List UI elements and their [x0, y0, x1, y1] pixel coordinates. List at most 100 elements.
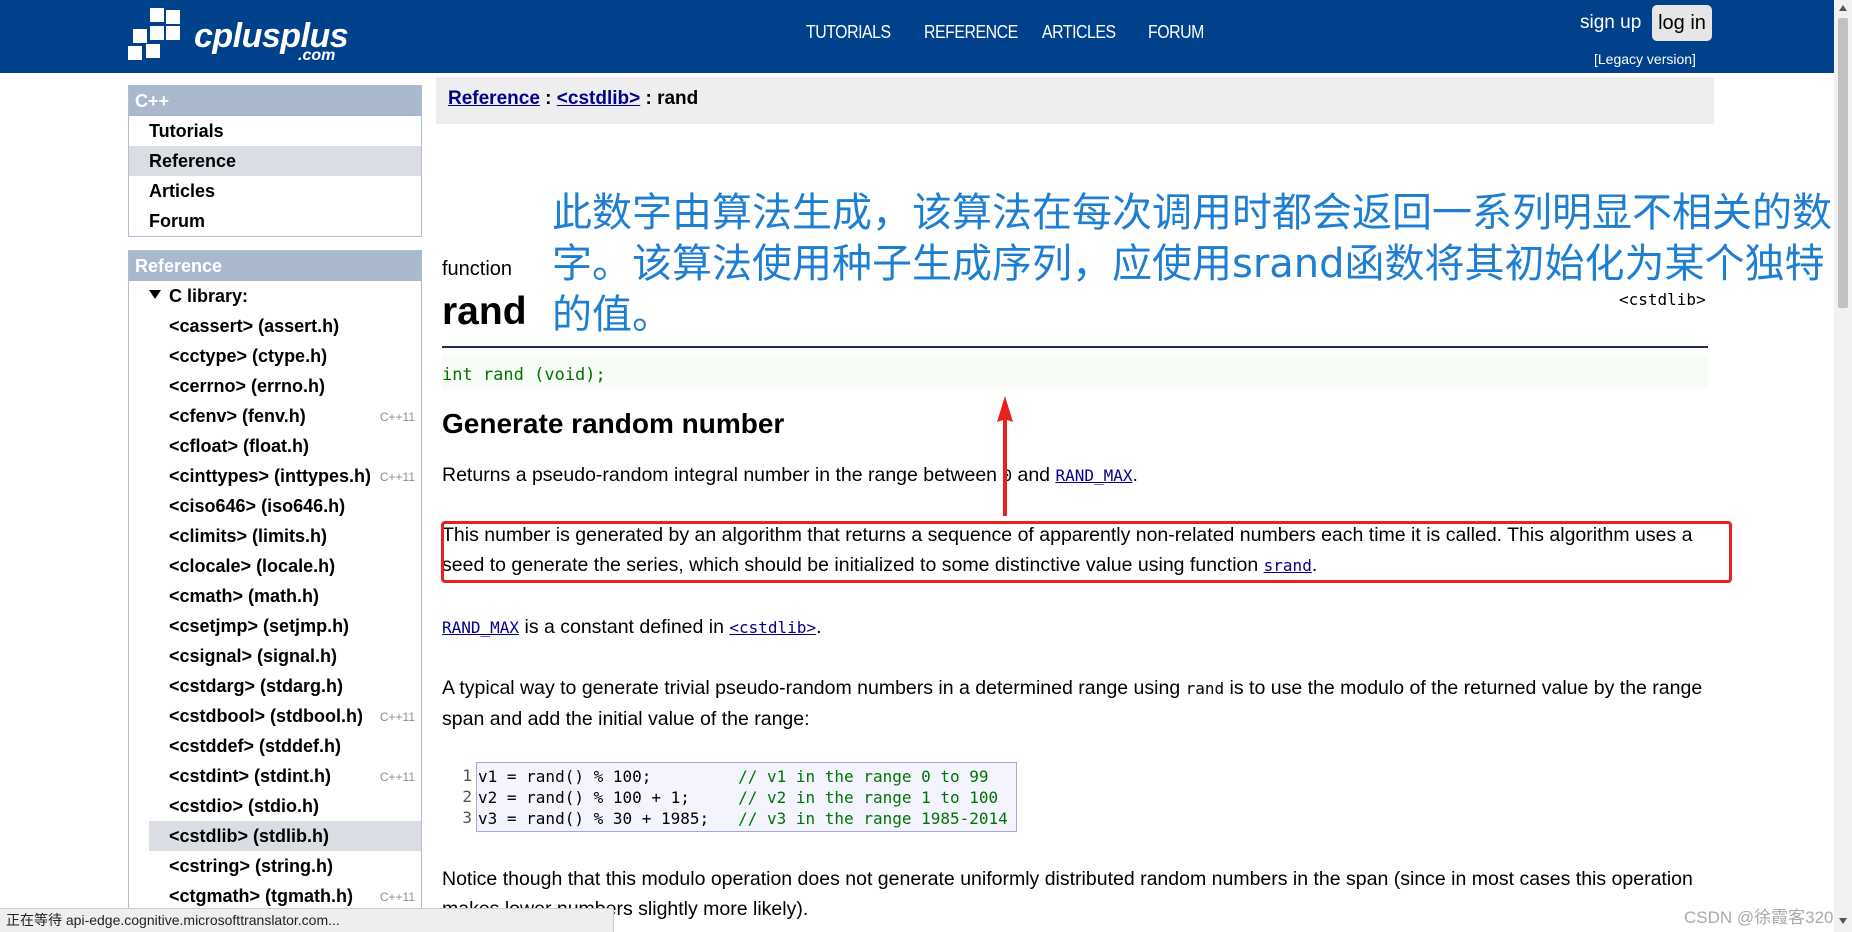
library-item-label: <cfloat> (float.h)	[169, 436, 310, 456]
sidebar-reference-title: Reference	[129, 251, 421, 281]
nav-forum[interactable]: FORUM	[1148, 22, 1229, 43]
vertical-scrollbar[interactable]	[1834, 0, 1852, 932]
line-numbers: 1 2 3	[456, 762, 476, 832]
sidebar-reference-box: Reference C library: <cassert> (assert.h…	[128, 250, 422, 932]
library-item-label: <clocale> (locale.h)	[169, 556, 336, 576]
text: .	[816, 616, 822, 638]
c-library-group[interactable]: C library:	[129, 281, 421, 311]
library-item-label: <cinttypes> (inttypes.h)	[169, 466, 372, 486]
cstdlib-link[interactable]: <cstdlib>	[729, 618, 816, 637]
section-heading: Generate random number	[442, 408, 785, 439]
library-item-label: <cstdlib> (stdlib.h)	[169, 826, 330, 846]
library-item[interactable]: <clocale> (locale.h)	[129, 551, 421, 581]
library-item-label: <csetjmp> (setjmp.h)	[169, 616, 350, 636]
scrollbar-thumb[interactable]	[1838, 18, 1848, 308]
function-prototype: int rand (void);	[442, 365, 606, 385]
text: A typical way to generate trivial pseudo…	[442, 677, 1186, 699]
library-item[interactable]: <csetjmp> (setjmp.h)	[129, 611, 421, 641]
title-divider	[442, 346, 1708, 348]
library-item-label: <cmath> (math.h)	[169, 586, 320, 606]
description-paragraph-1: Returns a pseudo-random integral number …	[442, 460, 1714, 491]
description-paragraph-3: RAND_MAX is a constant defined in <cstdl…	[442, 612, 1714, 643]
library-item-label: <cstring> (string.h)	[169, 856, 334, 876]
inline-code: rand	[1185, 679, 1225, 698]
library-item[interactable]: <cstdio> (stdio.h)	[129, 791, 421, 821]
code-example: 1 2 3 v1 = rand() % 100; // v1 in the ra…	[456, 762, 1017, 832]
cpp11-badge: C++11	[379, 770, 415, 784]
library-item[interactable]: <climits> (limits.h)	[129, 521, 421, 551]
library-item[interactable]: <cctype> (ctype.h)	[129, 341, 421, 371]
text: is a constant defined in	[519, 616, 730, 638]
library-item[interactable]: <cerrno> (errno.h)	[129, 371, 421, 401]
scroll-up-icon[interactable]	[1839, 5, 1847, 11]
breadcrumb-cstdlib[interactable]: <cstdlib>	[557, 88, 640, 109]
description-paragraph-4: A typical way to generate trivial pseudo…	[442, 673, 1714, 734]
code-text: v1 = rand() % 100;	[478, 767, 739, 786]
library-item[interactable]: <cfloat> (float.h)	[129, 431, 421, 461]
code-line: v2 = rand() % 100 + 1; // v2 in the rang…	[478, 787, 1008, 808]
library-item-label: <ciso646> (iso646.h)	[169, 496, 346, 516]
description-paragraph-5: Notice though that this modulo operation…	[442, 868, 1693, 920]
main-nav: TUTORIALS REFERENCE ARTICLES FORUM	[806, 22, 1264, 43]
library-item[interactable]: <ctgmath> (tgmath.h) C++11	[129, 881, 421, 911]
library-item-label: <cstddef> (stddef.h)	[169, 736, 342, 756]
library-item[interactable]: <cstddef> (stddef.h)	[129, 731, 421, 761]
library-item[interactable]: <cstdint> (stdint.h) C++11	[129, 761, 421, 791]
breadcrumb-separator: :	[640, 88, 658, 109]
nav-articles[interactable]: ARTICLES	[1042, 22, 1116, 43]
sidebar-item-articles[interactable]: Articles	[129, 176, 421, 206]
library-item[interactable]: <cstdbool> (stdbool.h) C++11	[129, 701, 421, 731]
annotation-arrow-icon	[997, 396, 1013, 516]
library-item[interactable]: <cfenv> (fenv.h) C++11	[129, 401, 421, 431]
rand-max-link[interactable]: RAND_MAX	[1055, 466, 1132, 485]
library-item[interactable]: <cstdarg> (stdarg.h)	[129, 671, 421, 701]
library-item[interactable]: <ciso646> (iso646.h)	[129, 491, 421, 521]
entity-kind: function	[442, 258, 513, 280]
c-library-label: C library:	[169, 286, 249, 306]
code-block: v1 = rand() % 100; // v1 in the range 0 …	[476, 762, 1017, 832]
sidebar-item-forum[interactable]: Forum	[129, 206, 421, 236]
sidebar-cpp-box: C++ Tutorials Reference Articles Forum	[128, 85, 422, 237]
code-line: v1 = rand() % 100; // v1 in the range 0 …	[478, 766, 1008, 787]
library-item[interactable]: <cinttypes> (inttypes.h) C++11	[129, 461, 421, 491]
library-item[interactable]: <csignal> (signal.h)	[129, 641, 421, 671]
rand-max-link[interactable]: RAND_MAX	[442, 618, 519, 637]
line-number: 1	[462, 766, 472, 785]
logo-cross-icon	[128, 8, 180, 60]
library-item-label: <cstdint> (stdint.h)	[169, 766, 331, 786]
library-item[interactable]: <cassert> (assert.h)	[129, 311, 421, 341]
sidebar-item-reference[interactable]: Reference	[129, 146, 421, 176]
code-text: v3 = rand() % 30 + 1985;	[478, 809, 739, 828]
login-button[interactable]: log in	[1652, 5, 1712, 41]
line-number: 2	[462, 787, 472, 806]
signup-link[interactable]: sign up	[1580, 12, 1641, 34]
breadcrumb-separator: :	[539, 88, 557, 109]
code-line: v3 = rand() % 30 + 1985; // v3 in the ra…	[478, 808, 1008, 829]
nav-reference[interactable]: REFERENCE	[924, 22, 1018, 43]
site-logo[interactable]: cplusplus .com	[128, 8, 358, 66]
library-item-label: <cfenv> (fenv.h)	[169, 406, 306, 426]
line-number: 3	[462, 808, 472, 827]
code-text: v2 = rand() % 100 + 1;	[478, 788, 739, 807]
library-item-label: <cerrno> (errno.h)	[169, 376, 326, 396]
nav-tutorials[interactable]: TUTORIALS	[806, 22, 891, 43]
sidebar-item-tutorials[interactable]: Tutorials	[129, 116, 421, 146]
code-comment: // v1 in the range 0 to 99	[738, 767, 989, 786]
breadcrumb-current: rand	[657, 88, 699, 109]
library-item[interactable]: <cmath> (math.h)	[129, 581, 421, 611]
library-item-label: <cctype> (ctype.h)	[169, 346, 328, 366]
breadcrumb-reference[interactable]: Reference	[448, 88, 540, 109]
text: .	[1132, 464, 1138, 486]
cpp11-badge: C++11	[379, 710, 415, 724]
library-item-active[interactable]: <cstdlib> (stdlib.h)	[149, 821, 421, 851]
breadcrumb: Reference : <cstdlib> : rand	[436, 77, 1714, 124]
library-item[interactable]: <cstring> (string.h)	[129, 851, 421, 881]
legacy-version-link[interactable]: [Legacy version]	[1594, 51, 1696, 67]
library-item-label: <cstdbool> (stdbool.h)	[169, 706, 363, 726]
translation-annotation: 此数字由算法生成，该算法在每次调用时都会返回一系列明显不相关的数字。该算法使用种…	[552, 190, 1832, 338]
text: Returns a pseudo-random integral number …	[442, 464, 1003, 486]
scroll-down-icon[interactable]	[1839, 918, 1847, 924]
page-title: rand	[442, 290, 527, 333]
watermark: CSDN @徐霞客320	[1684, 908, 1834, 927]
library-item-label: <ctgmath> (tgmath.h)	[169, 886, 354, 906]
